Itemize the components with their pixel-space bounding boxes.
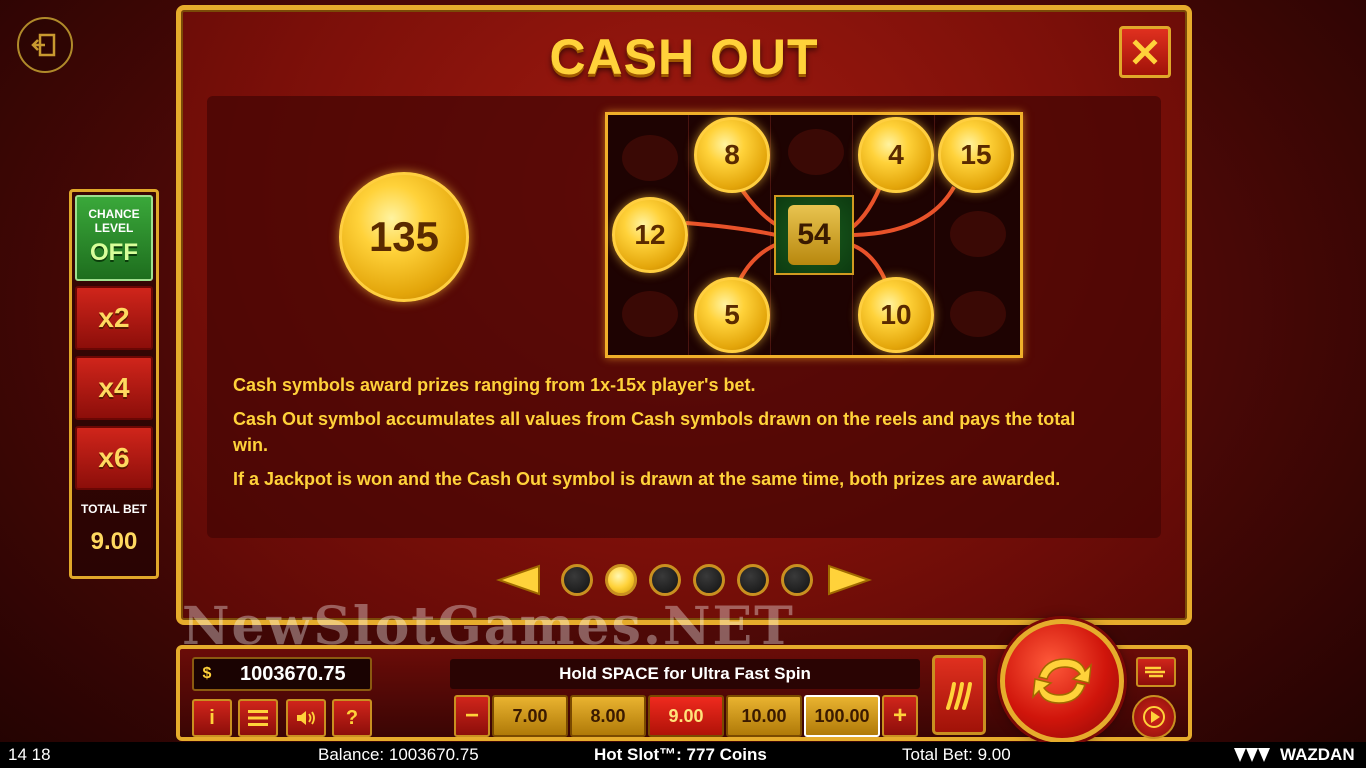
rules-text: Cash symbols award prizes ranging from 1… (233, 372, 1103, 500)
turbo-icon (1145, 666, 1165, 678)
chance-label-1: CHANCE (88, 207, 140, 221)
cash-coin: 5 (694, 277, 770, 353)
cash-coin: 15 (938, 117, 1014, 193)
rule-line: Cash symbols award prizes ranging from 1… (233, 375, 756, 395)
content-panel: 135 8 4 15 12 5 10 54 Cash symbols award… (207, 96, 1161, 538)
balance-value: 1003670.75 (240, 662, 346, 685)
bet-option-selected[interactable]: 9.00 (648, 695, 724, 737)
info-button[interactable]: i (192, 699, 232, 737)
page-dot[interactable] (561, 564, 593, 596)
page-dot-active[interactable] (605, 564, 637, 596)
info-icon: i (209, 706, 215, 729)
hot-feature-button[interactable] (932, 655, 986, 735)
cash-coin-illustration: 135 (339, 172, 469, 302)
spin-arrows-icon (1032, 658, 1092, 704)
money-bag-icon: $ (202, 665, 212, 682)
turbo-button[interactable] (1136, 657, 1176, 687)
total-bet-value: 9.00 (90, 528, 138, 555)
play-icon (1143, 706, 1165, 728)
control-bar: $ 1003670.75 i ? Hold SPACE for Ultra Fa… (176, 619, 1192, 743)
cash-coin: 12 (612, 197, 688, 273)
status-balance: Balance: 1003670.75 (318, 745, 479, 764)
bet-option[interactable]: 8.00 (570, 695, 646, 737)
help-icon: ? (345, 706, 359, 729)
clock: 14 18 (8, 745, 51, 764)
cash-coin: 8 (694, 117, 770, 193)
menu-button[interactable] (238, 699, 278, 737)
page-dot[interactable] (781, 564, 813, 596)
cash-out-info-modal: CASH OUT 135 8 4 15 12 5 10 54 Cash symb… (176, 5, 1192, 625)
next-page-arrow-icon[interactable] (825, 562, 873, 598)
modal-title: CASH OUT (549, 29, 819, 85)
chance-level-button[interactable]: CHANCE LEVEL OFF (75, 195, 153, 281)
side-panel: CHANCE LEVEL OFF x2 x4 x6 TOTAL BET 9.00 (69, 189, 159, 579)
cash-coin: 4 (858, 117, 934, 193)
multiplier-x2-button[interactable]: x2 (75, 286, 153, 350)
menu-icon (248, 710, 268, 726)
decrease-bet-button[interactable]: − (454, 695, 490, 737)
status-total-bet: Total Bet: 9.00 (902, 745, 1011, 764)
help-button[interactable]: ? (332, 699, 372, 737)
page-dot[interactable] (649, 564, 681, 596)
increase-bet-button[interactable]: + (882, 695, 918, 737)
page-dot[interactable] (693, 564, 725, 596)
game-title: Hot Slot™: 777 Coins (594, 745, 767, 764)
previous-page-arrow-icon[interactable] (495, 562, 543, 598)
multiplier-x6-button[interactable]: x6 (75, 426, 153, 490)
hint-text: Hold SPACE for Ultra Fast Spin (450, 659, 920, 689)
exit-button[interactable] (17, 17, 73, 73)
bet-option[interactable]: 10.00 (726, 695, 802, 737)
wazdan-logo-icon (1234, 748, 1270, 762)
chili-peppers-icon (946, 682, 972, 710)
cash-out-symbol: 54 (774, 195, 854, 275)
chance-state: OFF (90, 239, 138, 266)
balance-display: $ 1003670.75 (192, 657, 372, 691)
chance-label-2: LEVEL (94, 221, 134, 235)
sound-button[interactable] (286, 699, 326, 737)
spin-button[interactable] (1000, 619, 1124, 743)
page-dot[interactable] (737, 564, 769, 596)
bet-option[interactable]: 7.00 (492, 695, 568, 737)
autoplay-button[interactable] (1132, 695, 1176, 739)
close-button[interactable] (1119, 26, 1171, 78)
reels-illustration: 8 4 15 12 5 10 54 (605, 112, 1023, 358)
total-bet-label: TOTAL BET (81, 502, 147, 516)
close-icon (1132, 39, 1158, 65)
cash-out-value: 54 (788, 205, 840, 265)
rule-line: Cash Out symbol accumulates all values f… (233, 409, 1076, 455)
cash-coin: 10 (858, 277, 934, 353)
bet-option[interactable]: 100.00 (804, 695, 880, 737)
multiplier-x4-button[interactable]: x4 (75, 356, 153, 420)
status-bar: 14 18 Balance: 1003670.75 Hot Slot™: 777… (0, 742, 1366, 768)
rule-line: If a Jackpot is won and the Cash Out sym… (233, 469, 1061, 489)
exit-icon (31, 33, 56, 57)
speaker-icon (297, 711, 315, 725)
brand-name: WAZDAN (1280, 745, 1355, 764)
